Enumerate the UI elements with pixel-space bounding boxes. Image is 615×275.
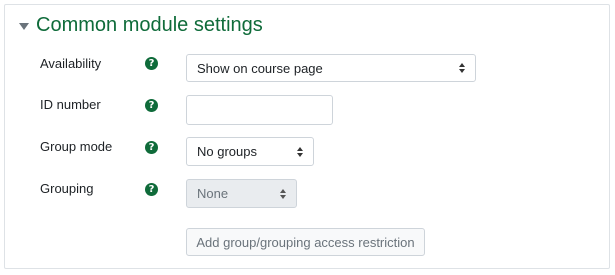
id-number-input[interactable] [186, 95, 333, 125]
collapse-caret-icon[interactable] [19, 23, 29, 30]
group-mode-help-icon[interactable]: ? [145, 141, 158, 154]
add-group-restriction-button[interactable]: Add group/grouping access restriction [186, 228, 425, 256]
group-mode-value: No groups [197, 144, 257, 159]
select-arrows-icon [280, 188, 286, 199]
availability-label: Availability [40, 56, 102, 71]
grouping-label: Grouping [40, 181, 94, 196]
id-number-label: ID number [40, 97, 101, 112]
group-mode-label: Group mode [40, 139, 113, 154]
grouping-help-icon[interactable]: ? [145, 183, 158, 196]
availability-select[interactable]: Show on course page [186, 54, 476, 82]
grouping-select: None [186, 179, 297, 208]
section-header[interactable]: Common module settings [19, 14, 263, 37]
group-mode-select[interactable]: No groups [186, 137, 314, 166]
select-arrows-icon [297, 146, 303, 157]
availability-value: Show on course page [197, 60, 323, 76]
section-title[interactable]: Common module settings [36, 14, 263, 37]
availability-help-icon[interactable]: ? [145, 57, 158, 70]
select-arrows-icon [459, 63, 465, 73]
grouping-value: None [197, 186, 229, 201]
id-number-help-icon[interactable]: ? [145, 99, 158, 112]
